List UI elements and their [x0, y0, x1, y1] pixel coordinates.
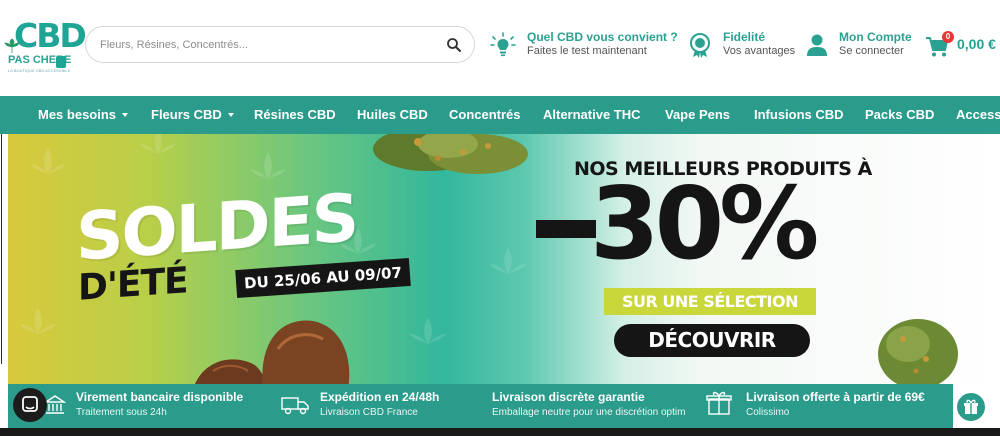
cbd-flower-image — [878, 319, 958, 384]
footer-strip — [0, 428, 1000, 436]
logo-tagline: LA BOUTIQUE CBD ACCESSIBLE — [8, 68, 71, 73]
discover-button[interactable]: DÉCOUVRIR — [614, 324, 810, 357]
promo-banner[interactable]: SOLDES D'ÉTÉ DU 25/06 AU 09/07 NOS MEILL… — [8, 134, 1000, 384]
account-title: Mon Compte — [839, 30, 912, 44]
loyalty-subtitle: Vos avantages — [723, 45, 796, 57]
cart-amount: 0,00 € — [957, 36, 996, 52]
benefit-bank-transfer: Virement bancaire disponible Traitement … — [44, 390, 259, 422]
search-bar — [85, 26, 475, 63]
benefit-title: Livraison offerte à partir de 69€ — [746, 390, 925, 404]
nav-item-concentres[interactable]: Concentrés — [449, 107, 521, 122]
gift-icon — [964, 399, 978, 414]
quiz-subtitle: Faites le test maintenant — [527, 45, 647, 57]
discount-minus-sign — [536, 220, 596, 238]
gift-box-icon — [706, 391, 732, 415]
benefit-subtitle: Colissimo — [746, 407, 790, 418]
benefit-title: Livraison discrète garantie — [492, 390, 645, 404]
logo-domain-badge — [56, 56, 66, 68]
benefit-free-shipping: Livraison offerte à partir de 69€ Coliss… — [706, 390, 951, 422]
cbd-resin-image — [195, 320, 350, 384]
nav-item-accessoires[interactable]: Access — [956, 107, 1000, 122]
nav-item-alternative-thc[interactable]: Alternative THC — [543, 107, 641, 122]
benefit-shipping: Expédition en 24/48h Livraison CBD Franc… — [280, 390, 470, 422]
rewards-button[interactable] — [955, 391, 987, 423]
chat-icon — [22, 396, 38, 412]
lightbulb-icon — [490, 32, 516, 57]
nav-item-resines-cbd[interactable]: Résines CBD — [254, 107, 336, 122]
loyalty-title: Fidelité — [723, 30, 766, 44]
banner-discount: 30% — [590, 165, 819, 282]
chevron-down-icon — [227, 112, 234, 117]
user-icon — [807, 34, 827, 56]
benefit-subtitle: Livraison CBD France — [320, 407, 418, 418]
truck-icon — [281, 397, 309, 415]
benefit-title: Expédition en 24/48h — [320, 390, 440, 404]
chat-button[interactable] — [13, 388, 47, 422]
quiz-link[interactable]: Quel CBD vous convient ? Faites le test … — [490, 28, 680, 62]
page-edge — [0, 134, 8, 364]
account-subtitle: Se connecter — [839, 45, 904, 57]
benefit-title: Virement bancaire disponible — [76, 390, 244, 404]
nav-item-mes-besoins[interactable]: Mes besoins — [38, 107, 129, 122]
banner-subtitle: D'ÉTÉ — [78, 260, 188, 309]
loyalty-link[interactable]: Fidelité Vos avantages — [688, 28, 798, 62]
bank-icon — [44, 395, 66, 414]
benefit-subtitle: Traitement sous 24h — [76, 407, 167, 418]
logo-main-text: CBD — [14, 16, 87, 55]
quiz-title: Quel CBD vous convient ? — [527, 30, 678, 44]
benefit-subtitle: Emballage neutre pour une discrétion opt… — [492, 407, 686, 418]
nav-item-fleurs-cbd[interactable]: Fleurs CBD — [151, 107, 234, 122]
benefits-bar: Virement bancaire disponible Traitement … — [8, 384, 953, 428]
benefit-discreet: Livraison discrète garantie Emballage ne… — [492, 390, 707, 422]
medal-icon — [690, 33, 710, 58]
search-input[interactable] — [100, 36, 430, 54]
main-nav: Mes besoins Fleurs CBD Résines CBD Huile… — [0, 96, 1000, 134]
search-icon[interactable] — [446, 37, 462, 53]
cart-count-badge: 0 — [942, 31, 954, 43]
nav-item-vape-pens[interactable]: Vape Pens — [665, 107, 730, 122]
chevron-down-icon — [122, 112, 129, 117]
nav-item-packs-cbd[interactable]: Packs CBD — [865, 107, 934, 122]
cart-button[interactable]: 0 0,00 € — [925, 31, 1000, 59]
cbd-flower-image — [373, 134, 528, 174]
nav-item-huiles-cbd[interactable]: Huiles CBD — [357, 107, 428, 122]
site-logo[interactable]: CBD PAS CHERE LA BOUTIQUE CBD ACCESSIBLE — [4, 16, 87, 76]
nav-item-infusions-cbd[interactable]: Infusions CBD — [754, 107, 844, 122]
account-link[interactable]: Mon Compte Se connecter — [806, 28, 916, 62]
site-header: CBD PAS CHERE LA BOUTIQUE CBD ACCESSIBLE… — [0, 0, 1000, 96]
banner-selection-label: SUR UNE SÉLECTION — [604, 288, 816, 315]
